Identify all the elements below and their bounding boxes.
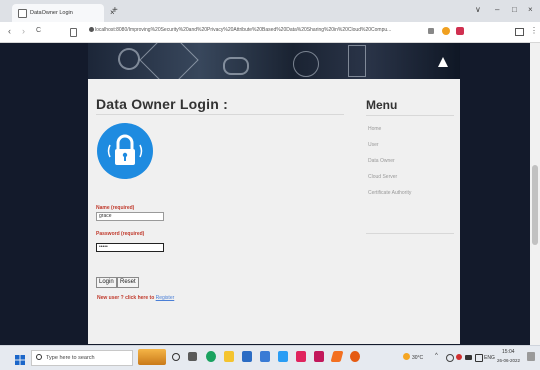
- file-explorer-icon[interactable]: [224, 351, 234, 362]
- bookmark-icon[interactable]: [70, 28, 77, 37]
- menu-item-user[interactable]: User: [368, 142, 379, 148]
- search-icon: [36, 354, 42, 360]
- register-link[interactable]: Register: [156, 295, 175, 301]
- forward-button[interactable]: ›: [22, 26, 25, 36]
- reset-button[interactable]: Reset: [117, 277, 139, 288]
- header-banner: [88, 43, 460, 79]
- tab-search-icon[interactable]: ∨: [475, 5, 481, 14]
- app-icon-magenta[interactable]: [314, 351, 324, 362]
- new-user-prompt: New user ? click here to Register: [97, 295, 174, 301]
- tray-app-icon[interactable]: [446, 354, 454, 362]
- more-menu-icon[interactable]: ⋮: [530, 26, 538, 35]
- store-icon[interactable]: [242, 351, 252, 362]
- banner-arrow-icon: [438, 57, 448, 67]
- new-tab-button[interactable]: +: [112, 5, 118, 16]
- lock-icon: [97, 123, 153, 179]
- profile-extension-icon[interactable]: [456, 27, 464, 35]
- taskbar-search-box[interactable]: Type here to search: [31, 350, 133, 366]
- password-input[interactable]: •••••: [96, 243, 164, 252]
- mail-icon[interactable]: [260, 351, 270, 362]
- volume-icon[interactable]: [475, 354, 483, 362]
- banner-hex-icon: [139, 43, 199, 79]
- sidebar-toggle-icon[interactable]: [515, 28, 524, 36]
- windows-start-icon[interactable]: [15, 352, 25, 365]
- shield-extension-icon[interactable]: [442, 27, 450, 35]
- notifications-icon[interactable]: [527, 352, 535, 361]
- menu-heading: Menu: [366, 98, 398, 112]
- title-divider: [96, 114, 344, 115]
- clock-date[interactable]: 26-06-2022: [497, 358, 520, 363]
- weather-widget-icon[interactable]: [138, 349, 166, 365]
- scrollbar-thumb[interactable]: [532, 165, 538, 245]
- brave-icon[interactable]: [350, 351, 360, 362]
- banner-device-icon: [348, 45, 366, 77]
- tray-security-icon[interactable]: [456, 354, 462, 360]
- cortana-icon[interactable]: [172, 353, 180, 361]
- minimize-button[interactable]: –: [495, 5, 499, 14]
- menu-item-cloud-server[interactable]: Cloud Server: [368, 174, 397, 180]
- banner-globe-icon: [293, 51, 319, 77]
- menu-item-certificate-authority[interactable]: Certificate Authority: [368, 190, 411, 196]
- page-favicon-icon: [18, 9, 27, 18]
- name-label: Name (required): [96, 205, 135, 211]
- temperature: 30°C: [412, 355, 424, 361]
- maximize-button[interactable]: □: [512, 5, 517, 14]
- weather-sun-icon: [403, 353, 410, 360]
- banner-cloud-icon: [223, 57, 249, 75]
- menu-divider: [366, 115, 454, 116]
- page-title: Data Owner Login :: [96, 96, 228, 112]
- menu-bottom-divider: [366, 233, 454, 234]
- url-field[interactable]: localhost:8080/Improving%20Security%20an…: [95, 27, 391, 33]
- tray-chevron-icon[interactable]: ^: [435, 353, 438, 359]
- password-label: Password (required): [96, 231, 145, 237]
- reload-button[interactable]: C: [36, 27, 41, 34]
- name-input[interactable]: grace: [96, 212, 164, 221]
- chrome-icon[interactable]: [206, 351, 216, 362]
- menu-item-home[interactable]: Home: [368, 126, 381, 132]
- task-view-icon[interactable]: [188, 352, 197, 361]
- login-button[interactable]: Login: [96, 277, 117, 288]
- edge-icon[interactable]: [278, 351, 288, 362]
- back-button[interactable]: ‹: [8, 26, 11, 36]
- clock-time[interactable]: 15:04: [502, 349, 515, 355]
- menu-item-data-owner[interactable]: Data Owner: [368, 158, 395, 164]
- close-window-button[interactable]: ×: [528, 5, 533, 14]
- search-placeholder: Type here to search: [46, 355, 95, 361]
- tab-title: DataOwner Login: [30, 10, 73, 16]
- battery-icon[interactable]: [465, 355, 472, 360]
- extension-icon[interactable]: [428, 28, 434, 34]
- language-indicator[interactable]: ENG: [484, 355, 495, 361]
- new-user-text: New user ? click here to: [97, 295, 155, 301]
- app-icon-pink[interactable]: [296, 351, 306, 362]
- site-info-icon[interactable]: [89, 27, 94, 32]
- browser-tab[interactable]: DataOwner Login ×: [12, 4, 115, 22]
